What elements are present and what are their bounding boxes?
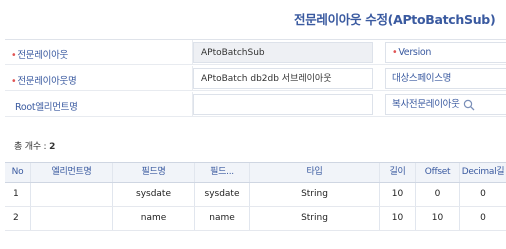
root-element-label: Root엘리먼트명 (15, 102, 78, 113)
form-row-layout: •전문레이아웃 APtoBatchSub •Version (5, 40, 506, 65)
column-header[interactable]: No (5, 163, 31, 182)
form-row-root-element: Root엘리먼트명 복사전문레이아웃 (5, 92, 506, 117)
cell-type: String (250, 207, 380, 230)
layout-name-input[interactable]: APtoBatch db2db 서브레이아웃 (193, 68, 373, 89)
layout-label: •전문레이아웃 (11, 50, 68, 61)
table-row[interactable]: 1 sysdate sysdate String 10 0 0 (5, 183, 506, 207)
page-title: 전문레이아웃 수정(APtoBatchSub) (294, 12, 496, 27)
field-table: No 엘리먼트명 필드명 필드... 타입 길이 Offset Decimal길… (5, 162, 506, 231)
cell-length: 10 (380, 183, 416, 206)
cell-offset: 0 (416, 183, 460, 206)
layout-form: •전문레이아웃 APtoBatchSub •Version •전문레이아웃명 A… (5, 39, 506, 118)
required-marker: • (392, 47, 398, 58)
search-icon[interactable] (463, 99, 475, 111)
layout-id-field: APtoBatchSub (193, 42, 373, 63)
cell-field-name: sysdate (113, 183, 195, 206)
cell-no: 2 (5, 207, 31, 230)
column-header[interactable]: 엘리먼트명 (31, 163, 113, 182)
table-header: No 엘리먼트명 필드명 필드... 타입 길이 Offset Decimal길 (5, 163, 506, 183)
version-field[interactable]: •Version (385, 42, 506, 63)
cell-length: 10 (380, 207, 416, 230)
cell-element-name (31, 183, 113, 206)
column-header[interactable]: Decimal길 (460, 163, 506, 182)
cell-decimal: 0 (480, 213, 486, 223)
layout-name-label: •전문레이아웃명 (11, 76, 77, 87)
cell-no: 1 (5, 183, 31, 206)
cell-type: String (250, 183, 380, 206)
root-element-input[interactable] (193, 94, 373, 115)
table-row[interactable]: 2 name name String 10 10 0 (5, 207, 506, 231)
column-header[interactable]: 필드명 (113, 163, 195, 182)
cell-field-alias: sysdate (195, 183, 250, 206)
column-header[interactable]: Offset (416, 163, 460, 182)
target-space-field[interactable]: 대상스페이스명 (385, 68, 506, 89)
cell-offset: 10 (416, 207, 460, 230)
cell-element-name (31, 207, 113, 230)
required-marker: • (11, 50, 17, 61)
cell-field-name: name (113, 207, 195, 230)
form-row-layout-name: •전문레이아웃명 APtoBatch db2db 서브레이아웃 대상스페이스명 (5, 66, 506, 91)
column-header[interactable]: 길이 (380, 163, 416, 182)
required-marker: • (11, 76, 17, 87)
total-count: 총 개수 : 2 (14, 142, 56, 152)
column-header[interactable]: 타입 (250, 163, 380, 182)
cell-field-alias: name (195, 207, 250, 230)
cell-decimal: 0 (480, 189, 486, 199)
column-header[interactable]: 필드... (195, 163, 250, 182)
copy-layout-field[interactable]: 복사전문레이아웃 (385, 94, 506, 115)
